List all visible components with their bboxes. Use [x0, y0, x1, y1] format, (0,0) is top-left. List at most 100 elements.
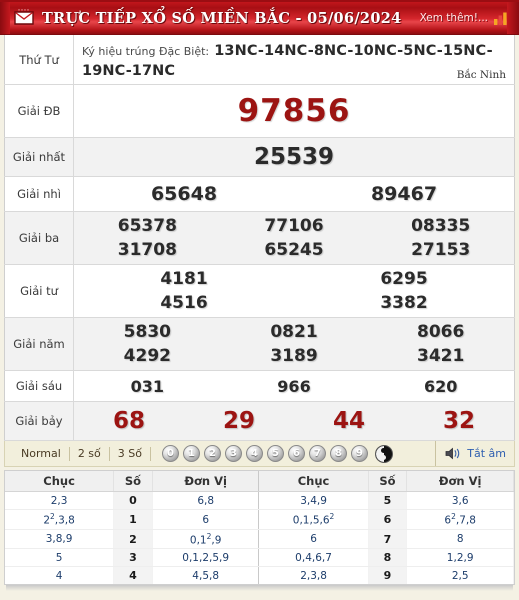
cell-tens-right: 2,3,8 — [258, 566, 369, 585]
sound-control[interactable]: Tắt âm — [435, 441, 514, 467]
prize-label-db: Giải ĐB — [4, 84, 74, 139]
symbol-label: Ký hiệu trúng Đặc Biệt: — [82, 45, 210, 58]
digit-filter-4[interactable]: 4 — [246, 445, 263, 463]
digit-filter-9[interactable]: 9 — [351, 445, 368, 463]
digit-filter-6[interactable]: 6 — [288, 445, 305, 463]
lottery-results-widget: TRỰC TIẾP XỔ SỐ MIỀN BẮC - 05/06/2024 Xe… — [0, 0, 519, 600]
frequency-table-wrap: Chục Số Đơn Vị Chục Số Đơn Vị 2,3 0 6,8 … — [4, 470, 515, 586]
prize-number: 4181 — [160, 268, 208, 289]
prize-number: 3421 — [417, 346, 465, 367]
prize-values-seventh: 68 29 44 32 — [73, 401, 515, 442]
table-row: 3,8,9 2 0,12,9 6 7 8 — [5, 529, 514, 550]
prize-number: 68 — [112, 408, 145, 435]
frequency-body: 2,3 0 6,8 3,4,9 5 3,6 22,3,8 1 6 0,1,5,6… — [5, 491, 514, 585]
digit-filter-group: 0 1 2 3 4 5 6 7 8 9 — [162, 444, 393, 463]
cell-units-right: 8 — [406, 529, 514, 550]
prize-number: 27153 — [411, 240, 471, 261]
prize-col: 6295 3382 — [294, 267, 514, 316]
prize-row-sixth: Giải sáu 031 966 620 — [4, 370, 515, 403]
cell-units-left: 4,5,8 — [152, 566, 260, 585]
prize-number: 65378 — [117, 215, 177, 236]
prize-number: 8066 — [417, 321, 465, 342]
digit-filter-0[interactable]: 0 — [162, 445, 179, 463]
digit-filter-3[interactable]: 3 — [225, 445, 242, 463]
prize-col: 8066 3421 — [367, 320, 514, 369]
table-row: 5 3 0,1,2,5,9 0,4,6,7 8 1,2,9 — [5, 548, 514, 568]
digit-filter-2[interactable]: 2 — [204, 445, 221, 463]
mode-three-digit[interactable]: 3 Số — [110, 446, 151, 461]
speaker-icon[interactable] — [445, 447, 463, 460]
cell-num-left: 2 — [113, 529, 153, 550]
frequency-header-row: Chục Số Đơn Vị Chục Số Đơn Vị — [5, 471, 514, 493]
digit-filter-5[interactable]: 5 — [267, 445, 284, 463]
prize-row-seventh: Giải bảy 68 29 44 32 — [4, 401, 515, 442]
col-header-units-right: Đơn Vị — [406, 471, 514, 493]
frequency-table: Chục Số Đơn Vị Chục Số Đơn Vị 2,3 0 6,8 … — [5, 471, 514, 585]
prize-label-seventh: Giải bảy — [4, 401, 74, 442]
prize-values-db: 97856 — [73, 84, 515, 139]
cell-units-left: 6 — [152, 509, 260, 530]
table-row: 4 4 4,5,8 2,3,8 9 2,5 — [5, 566, 514, 585]
yin-yang-icon[interactable] — [375, 444, 393, 463]
mute-label[interactable]: Tắt âm — [467, 447, 506, 460]
table-row: 22,3,8 1 6 0,1,5,62 6 62,7,8 — [5, 509, 514, 530]
prize-label-third: Giải ba — [4, 211, 74, 266]
prize-number: 6295 — [380, 268, 428, 289]
bar-chart-icon[interactable] — [493, 12, 509, 25]
prize-label-sixth: Giải sáu — [4, 370, 74, 403]
prize-col: 0821 3189 — [221, 320, 368, 369]
cell-num-right: 7 — [368, 529, 408, 550]
prize-number: 08335 — [411, 215, 471, 236]
cell-num-left: 1 — [113, 509, 153, 530]
prize-row-second: Giải nhì 65648 89467 — [4, 176, 515, 213]
cell-tens-left: 5 — [5, 548, 115, 568]
prize-number: 0821 — [270, 321, 318, 342]
prize-col: 08335 27153 — [367, 214, 514, 263]
prize-label-first: Giải nhất — [4, 137, 74, 178]
prize-col: 65378 31708 — [74, 214, 221, 263]
prize-row-fourth: Giải tư 4181 4516 6295 3382 — [4, 264, 515, 319]
mode-normal[interactable]: Normal — [13, 446, 70, 461]
cell-tens-right: 3,4,9 — [258, 491, 369, 511]
prize-number: 97856 — [237, 93, 351, 130]
province-label: Bắc Ninh — [456, 69, 506, 82]
page-header: TRỰC TIẾP XỔ SỐ MIỀN BẮC - 05/06/2024 Xe… — [0, 0, 519, 35]
header-actions[interactable]: Xem thêm!... — [420, 2, 509, 34]
view-more-link[interactable]: Xem thêm!... — [420, 12, 488, 24]
col-header-num-left: Số — [113, 471, 153, 493]
prize-number: 32 — [442, 408, 475, 435]
prize-number: 29 — [222, 408, 255, 435]
prize-number: 3189 — [270, 346, 318, 367]
prize-row-fifth: Giải năm 5830 4292 0821 3189 8066 3421 — [4, 317, 515, 372]
prize-number: 3382 — [380, 293, 428, 314]
prize-label-fifth: Giải năm — [4, 317, 74, 372]
digit-filter-7[interactable]: 7 — [309, 445, 326, 463]
prize-col: 5830 4292 — [74, 320, 221, 369]
weekday-cell: Thứ Tư — [4, 35, 74, 86]
bottom-shadow — [6, 585, 513, 592]
cell-num-right: 5 — [368, 491, 408, 511]
prize-label-second: Giải nhì — [4, 176, 74, 213]
prize-row-db: Giải ĐB 97856 — [4, 84, 515, 139]
mode-two-digit[interactable]: 2 số — [70, 446, 110, 461]
col-header-units-left: Đơn Vị — [152, 471, 260, 493]
prize-number: 4516 — [160, 293, 208, 314]
prize-number: 25539 — [253, 144, 335, 171]
cell-num-right: 6 — [368, 509, 408, 530]
prize-number: 89467 — [370, 183, 438, 206]
cell-units-left: 0,1,2,5,9 — [152, 548, 260, 568]
prize-values-second: 65648 89467 — [73, 176, 515, 213]
prize-row-first: Giải nhất 25539 — [4, 137, 515, 178]
cell-num-left: 4 — [113, 566, 153, 585]
envelope-icon — [14, 9, 34, 25]
prize-number: 65648 — [150, 183, 218, 206]
digit-filter-8[interactable]: 8 — [330, 445, 347, 463]
cell-units-right: 3,6 — [406, 491, 514, 511]
cell-units-left: 0,12,9 — [152, 529, 260, 550]
prize-row-third: Giải ba 65378 31708 77106 65245 08335 27… — [4, 211, 515, 266]
digit-filter-1[interactable]: 1 — [183, 445, 200, 463]
table-row: 2,3 0 6,8 3,4,9 5 3,6 — [5, 491, 514, 511]
cell-units-left: 6,8 — [152, 491, 260, 511]
prize-values-sixth: 031 966 620 — [73, 370, 515, 403]
cell-tens-right: 0,4,6,7 — [258, 548, 369, 568]
